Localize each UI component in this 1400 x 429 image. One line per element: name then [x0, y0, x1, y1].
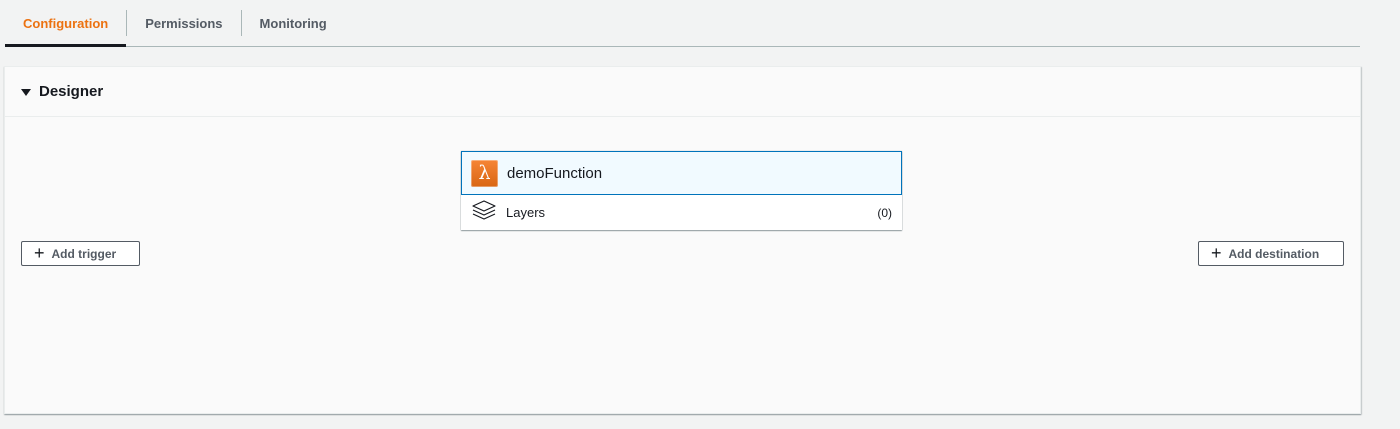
plus-icon: + [34, 242, 45, 263]
designer-panel: Designer λ demoFunction Layers (0) + Add [4, 66, 1361, 414]
designer-title: Designer [39, 83, 104, 100]
add-destination-label: Add destination [1228, 246, 1320, 261]
layers-label: Layers [506, 205, 546, 220]
add-trigger-label: Add trigger [51, 246, 117, 261]
tab-label: Permissions [145, 15, 223, 31]
add-destination-button[interactable]: + Add destination [1198, 241, 1344, 266]
plus-icon: + [1211, 242, 1222, 263]
tab-bar: Configuration Permissions Monitoring [5, 0, 1360, 47]
function-name: demoFunction [507, 164, 603, 182]
tab-label: Configuration [23, 15, 109, 31]
layers-icon [471, 199, 497, 226]
function-card: λ demoFunction Layers (0) [461, 151, 902, 230]
lambda-icon: λ [471, 159, 498, 187]
add-trigger-button[interactable]: + Add trigger [21, 241, 140, 266]
tab-label: Monitoring [259, 15, 327, 31]
tab-monitoring[interactable]: Monitoring [242, 0, 345, 46]
tab-configuration[interactable]: Configuration [5, 0, 127, 47]
tab-permissions[interactable]: Permissions [127, 0, 240, 46]
layers-node[interactable]: Layers (0) [461, 195, 902, 230]
function-node[interactable]: λ demoFunction [461, 151, 902, 195]
caret-down-icon[interactable] [21, 88, 31, 96]
designer-header[interactable]: Designer [5, 67, 1360, 117]
layers-count: (0) [877, 205, 892, 220]
